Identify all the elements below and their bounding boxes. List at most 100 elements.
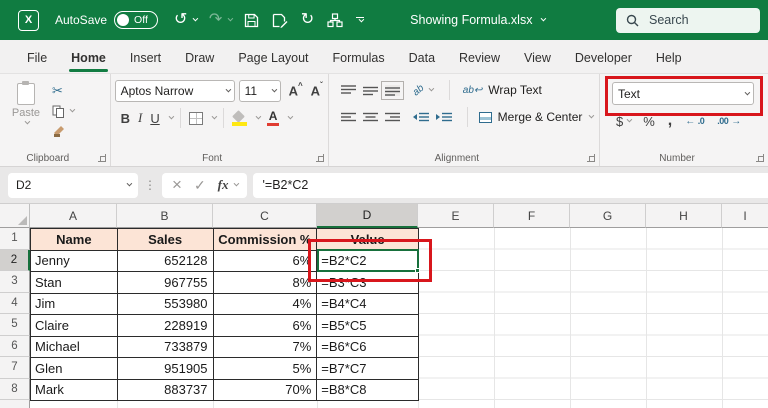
cell-c5[interactable]: 6% xyxy=(214,315,318,337)
column-header-g[interactable]: G xyxy=(570,204,646,228)
cell-b4[interactable]: 553980 xyxy=(118,294,214,316)
row-header-4[interactable]: 4 xyxy=(0,293,30,315)
cell-c7[interactable]: 5% xyxy=(214,358,318,380)
cell-d6[interactable]: =B6*C6 xyxy=(317,337,419,359)
decrease-indent-button[interactable] xyxy=(413,112,429,123)
column-header-h[interactable]: H xyxy=(646,204,722,228)
cell-d8[interactable]: =B8*C8 xyxy=(317,380,419,402)
cell-a7[interactable]: Glen xyxy=(31,358,118,380)
repeat-button[interactable]: ↻ xyxy=(301,12,314,28)
save-button[interactable] xyxy=(244,13,259,28)
cut-button[interactable]: ✂ xyxy=(52,84,63,98)
row-header-7[interactable]: 7 xyxy=(0,357,30,379)
column-header-f[interactable]: F xyxy=(494,204,570,228)
resize-handle-icon[interactable]: ⋮ xyxy=(144,178,156,192)
column-header-b[interactable]: B xyxy=(117,204,213,228)
cell-b3[interactable]: 967755 xyxy=(118,272,214,294)
tab-file[interactable]: File xyxy=(16,44,58,73)
cell-a4[interactable]: Jim xyxy=(31,294,118,316)
font-color-button[interactable]: A xyxy=(267,110,280,126)
cell-d4[interactable]: =B4*C4 xyxy=(317,294,419,316)
redo-button[interactable]: ↷ xyxy=(209,12,231,28)
bold-button[interactable]: B xyxy=(121,111,130,126)
borders-button[interactable] xyxy=(189,112,203,125)
document-title[interactable]: Showing Formula.xlsx xyxy=(410,13,544,27)
cancel-button[interactable]: × xyxy=(172,175,182,195)
row-header-5[interactable]: 5 xyxy=(0,314,30,336)
font-name-combo[interactable]: Aptos Narrow xyxy=(115,80,235,102)
cell-b7[interactable]: 951905 xyxy=(118,358,214,380)
tab-developer[interactable]: Developer xyxy=(564,44,643,73)
cell-c3[interactable]: 8% xyxy=(214,272,318,294)
cell-b1[interactable]: Sales xyxy=(118,229,214,251)
tab-page-layout[interactable]: Page Layout xyxy=(227,44,319,73)
copy-button[interactable] xyxy=(52,104,73,118)
cell-c8[interactable]: 70% xyxy=(214,380,318,402)
column-header-a[interactable]: A xyxy=(30,204,117,228)
cell-b8[interactable]: 883737 xyxy=(118,380,214,402)
autosave-toggle[interactable]: Off xyxy=(114,11,158,29)
clipboard-dialog-launcher[interactable] xyxy=(98,154,106,162)
increase-font-size-button[interactable]: A^ xyxy=(289,83,303,98)
cell-a2[interactable]: Jenny xyxy=(31,251,118,273)
cell-a1[interactable]: Name xyxy=(31,229,118,251)
row-header-3[interactable]: 3 xyxy=(0,271,30,293)
tab-insert[interactable]: Insert xyxy=(119,44,172,73)
align-middle-button[interactable] xyxy=(363,85,378,96)
cell-c4[interactable]: 4% xyxy=(214,294,318,316)
insert-function-button[interactable]: fx xyxy=(218,177,237,193)
format-painter-button[interactable] xyxy=(52,124,66,138)
formula-input[interactable]: '=B2*C2 xyxy=(253,173,768,198)
cell-b2[interactable]: 652128 xyxy=(118,251,214,273)
font-size-combo[interactable]: 11 xyxy=(239,80,281,102)
tab-help[interactable]: Help xyxy=(645,44,693,73)
select-all-button[interactable] xyxy=(0,204,30,228)
align-center-button[interactable] xyxy=(363,112,378,123)
chevron-down-icon[interactable] xyxy=(288,114,294,120)
tab-data[interactable]: Data xyxy=(398,44,446,73)
tab-home[interactable]: Home xyxy=(60,44,117,73)
decrease-font-size-button[interactable]: Aˇ xyxy=(311,83,323,98)
increase-decimal-button[interactable]: ←.0 xyxy=(685,116,704,127)
cell-c1[interactable]: Commission % xyxy=(214,229,318,251)
column-header-d[interactable]: D xyxy=(317,204,418,228)
align-top-button[interactable] xyxy=(341,85,356,96)
row-header-1[interactable]: 1 xyxy=(0,228,30,250)
align-left-button[interactable] xyxy=(341,112,356,123)
row-header-9[interactable] xyxy=(0,400,30,408)
number-dialog-launcher[interactable] xyxy=(756,154,764,162)
enter-button[interactable]: ✓ xyxy=(194,177,206,194)
column-header-c[interactable]: C xyxy=(213,204,317,228)
autosave-control[interactable]: AutoSave Off xyxy=(55,11,158,29)
chevron-down-icon[interactable] xyxy=(168,114,174,120)
cell-a6[interactable]: Michael xyxy=(31,337,118,359)
paste-button[interactable]: Paste xyxy=(4,80,48,150)
cell-d5[interactable]: =B5*C5 xyxy=(317,315,419,337)
tab-view[interactable]: View xyxy=(513,44,562,73)
cell-a3[interactable]: Stan xyxy=(31,272,118,294)
row-header-2[interactable]: 2 xyxy=(0,250,30,272)
column-header-i[interactable]: I xyxy=(722,204,768,228)
increase-indent-button[interactable] xyxy=(436,112,452,123)
cell-b6[interactable]: 733879 xyxy=(118,337,214,359)
chevron-down-icon[interactable] xyxy=(211,114,217,120)
name-box[interactable]: D2 xyxy=(8,173,138,198)
row-header-8[interactable]: 8 xyxy=(0,379,30,401)
cell-d7[interactable]: =B7*C7 xyxy=(317,358,419,380)
orientation-button[interactable]: ab xyxy=(413,85,432,96)
tab-review[interactable]: Review xyxy=(448,44,511,73)
wrap-text-button[interactable]: ab↩ Wrap Text xyxy=(463,83,542,97)
undo-button[interactable]: ↺ xyxy=(174,12,196,28)
cell-a8[interactable]: Mark xyxy=(31,380,118,402)
alignment-dialog-launcher[interactable] xyxy=(587,154,595,162)
cell-b5[interactable]: 228919 xyxy=(118,315,214,337)
align-bottom-button[interactable] xyxy=(385,85,400,96)
decrease-decimal-button[interactable]: .00→ xyxy=(717,116,741,127)
search-box[interactable]: Search xyxy=(616,8,760,33)
italic-button[interactable]: I xyxy=(138,110,142,126)
row-header-6[interactable]: 6 xyxy=(0,336,30,358)
share-button[interactable] xyxy=(327,13,343,28)
align-right-button[interactable] xyxy=(385,112,400,123)
fill-color-button[interactable] xyxy=(232,111,247,126)
column-header-e[interactable]: E xyxy=(418,204,494,228)
